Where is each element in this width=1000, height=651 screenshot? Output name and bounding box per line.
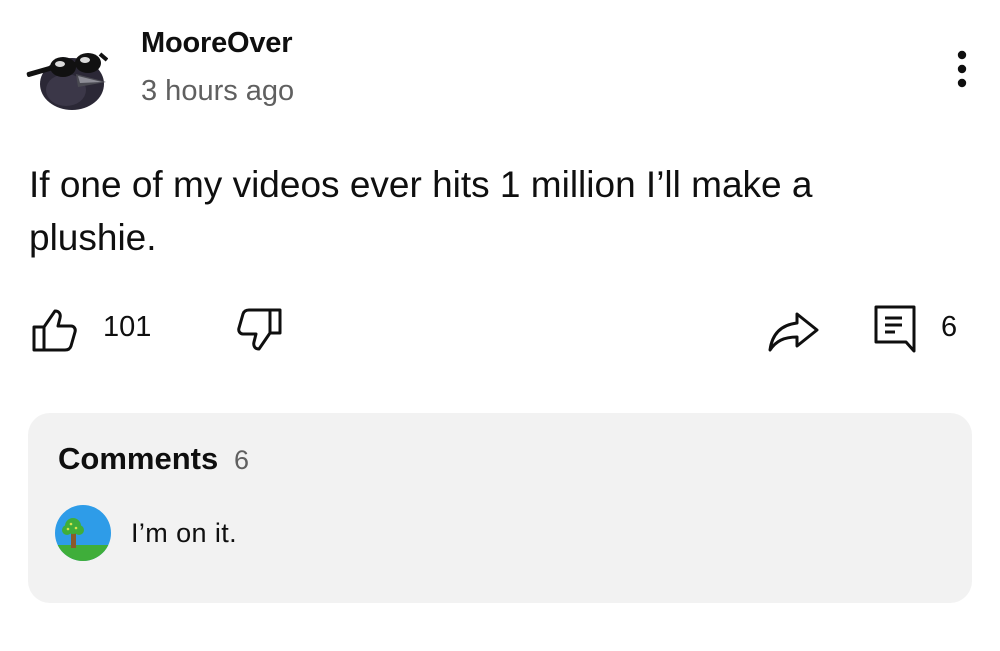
comments-title: Comments bbox=[58, 441, 219, 476]
commenter-avatar[interactable] bbox=[55, 505, 111, 561]
top-comment-text: I’m on it. bbox=[131, 518, 238, 548]
like-count: 101 bbox=[103, 311, 152, 343]
comments-count: 6 bbox=[234, 445, 250, 475]
tree-avatar-icon bbox=[55, 505, 111, 561]
author-name[interactable]: MooreOver bbox=[141, 27, 293, 60]
share-icon bbox=[768, 312, 819, 352]
thumbs-up-icon bbox=[32, 309, 77, 352]
comments-panel[interactable]: Comments 6 I’m on it. bbox=[28, 413, 972, 603]
comments-button[interactable] bbox=[873, 304, 917, 354]
post-timestamp: 3 hours ago bbox=[141, 75, 295, 107]
more-options-button[interactable] bbox=[944, 44, 980, 94]
thumbs-down-icon bbox=[237, 308, 282, 351]
comment-icon bbox=[874, 305, 916, 353]
post-text: If one of my videos ever hits 1 million … bbox=[29, 164, 813, 258]
comment-count: 6 bbox=[941, 311, 958, 343]
crow-with-sunglasses-avatar bbox=[26, 52, 109, 110]
share-button[interactable] bbox=[767, 306, 819, 354]
author-avatar[interactable] bbox=[26, 40, 109, 112]
dislike-button[interactable] bbox=[236, 306, 284, 354]
more-vertical-icon bbox=[957, 50, 967, 88]
like-button[interactable] bbox=[30, 306, 78, 354]
